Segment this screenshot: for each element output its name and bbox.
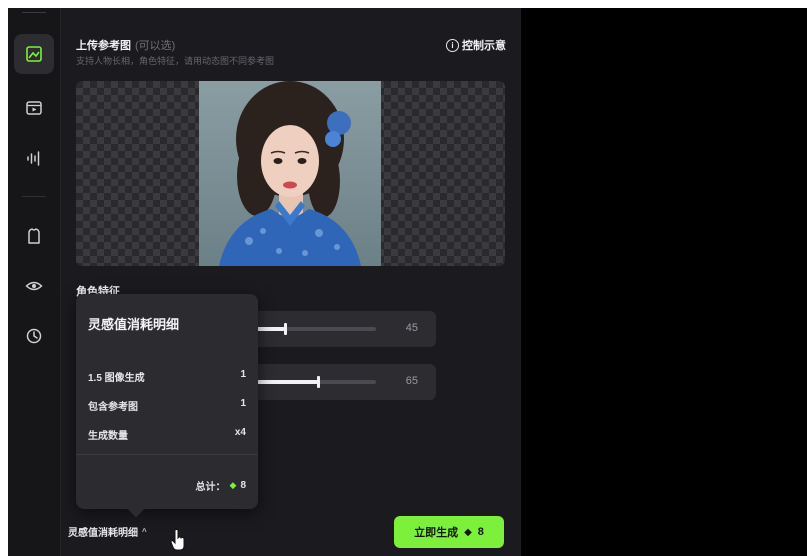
left-rail bbox=[8, 8, 61, 556]
audio-wave-icon[interactable] bbox=[14, 138, 54, 178]
shirt-icon[interactable] bbox=[14, 216, 54, 256]
chevron-up-icon: ^ bbox=[142, 527, 147, 536]
popover-divider bbox=[76, 454, 258, 455]
upload-subtitle: 支持人物长相，角色特征，请用动态图不同参考图 bbox=[76, 56, 275, 66]
cost-row-label: 包含参考图 bbox=[88, 402, 138, 413]
cost-total: 总计： ◆ 8 bbox=[196, 478, 246, 493]
clock-icon[interactable] bbox=[14, 316, 54, 356]
total-value: 8 bbox=[240, 480, 246, 491]
reference-image-area[interactable] bbox=[76, 81, 505, 266]
popover-title: 灵感值消耗明细 bbox=[88, 317, 180, 332]
rail-divider bbox=[22, 196, 46, 197]
total-label: 总计： bbox=[195, 482, 226, 493]
cost-row: 包含参考图 1 bbox=[88, 398, 246, 413]
example-label: 控制示意 bbox=[462, 40, 506, 52]
cost-details-link-label: 灵感值消耗明细 bbox=[68, 528, 138, 539]
cost-row: 1.5 图像生成 1 bbox=[88, 369, 246, 384]
cost-row-label: 1.5 图像生成 bbox=[88, 373, 145, 384]
upload-title-text: 上传参考图 bbox=[76, 40, 131, 52]
generate-cost: 8 bbox=[477, 526, 484, 538]
cost-details-popover: 灵感值消耗明细 1.5 图像生成 1 包含参考图 1 生成数量 x4 总计： ◆… bbox=[76, 294, 258, 518]
cost-row-label: 生成数量 bbox=[88, 431, 128, 442]
generate-button[interactable]: 立即生成 ◆ 8 bbox=[394, 516, 504, 548]
cost-row: 生成数量 x4 bbox=[88, 427, 246, 442]
rail-top-divider bbox=[22, 12, 46, 13]
cost-row-value: 1 bbox=[240, 398, 246, 409]
reference-portrait-image bbox=[199, 81, 381, 266]
gem-icon: ◆ bbox=[229, 480, 237, 490]
slider-handle[interactable] bbox=[283, 323, 287, 335]
slider-handle[interactable] bbox=[316, 376, 320, 388]
upload-title: 上传参考图 (可以选) bbox=[76, 37, 175, 53]
eye-icon[interactable] bbox=[14, 266, 54, 306]
hand-cursor-icon bbox=[170, 529, 185, 551]
cost-row-value: 1 bbox=[240, 369, 246, 380]
gem-icon: ◆ bbox=[464, 526, 472, 538]
video-icon[interactable] bbox=[14, 88, 54, 128]
generate-label: 立即生成 bbox=[414, 527, 459, 539]
slider-value: 45 bbox=[405, 322, 418, 334]
image-gen-icon[interactable] bbox=[14, 34, 54, 74]
info-circle-icon: i bbox=[446, 38, 459, 52]
preview-pane bbox=[521, 8, 807, 556]
slider-value: 65 bbox=[405, 375, 418, 387]
upload-optional: (可以选) bbox=[135, 40, 176, 52]
cost-details-link[interactable]: 灵感值消耗明细 ^ bbox=[68, 524, 147, 539]
example-link[interactable]: i 控制示意 bbox=[446, 37, 506, 53]
cost-row-value: x4 bbox=[234, 427, 246, 438]
